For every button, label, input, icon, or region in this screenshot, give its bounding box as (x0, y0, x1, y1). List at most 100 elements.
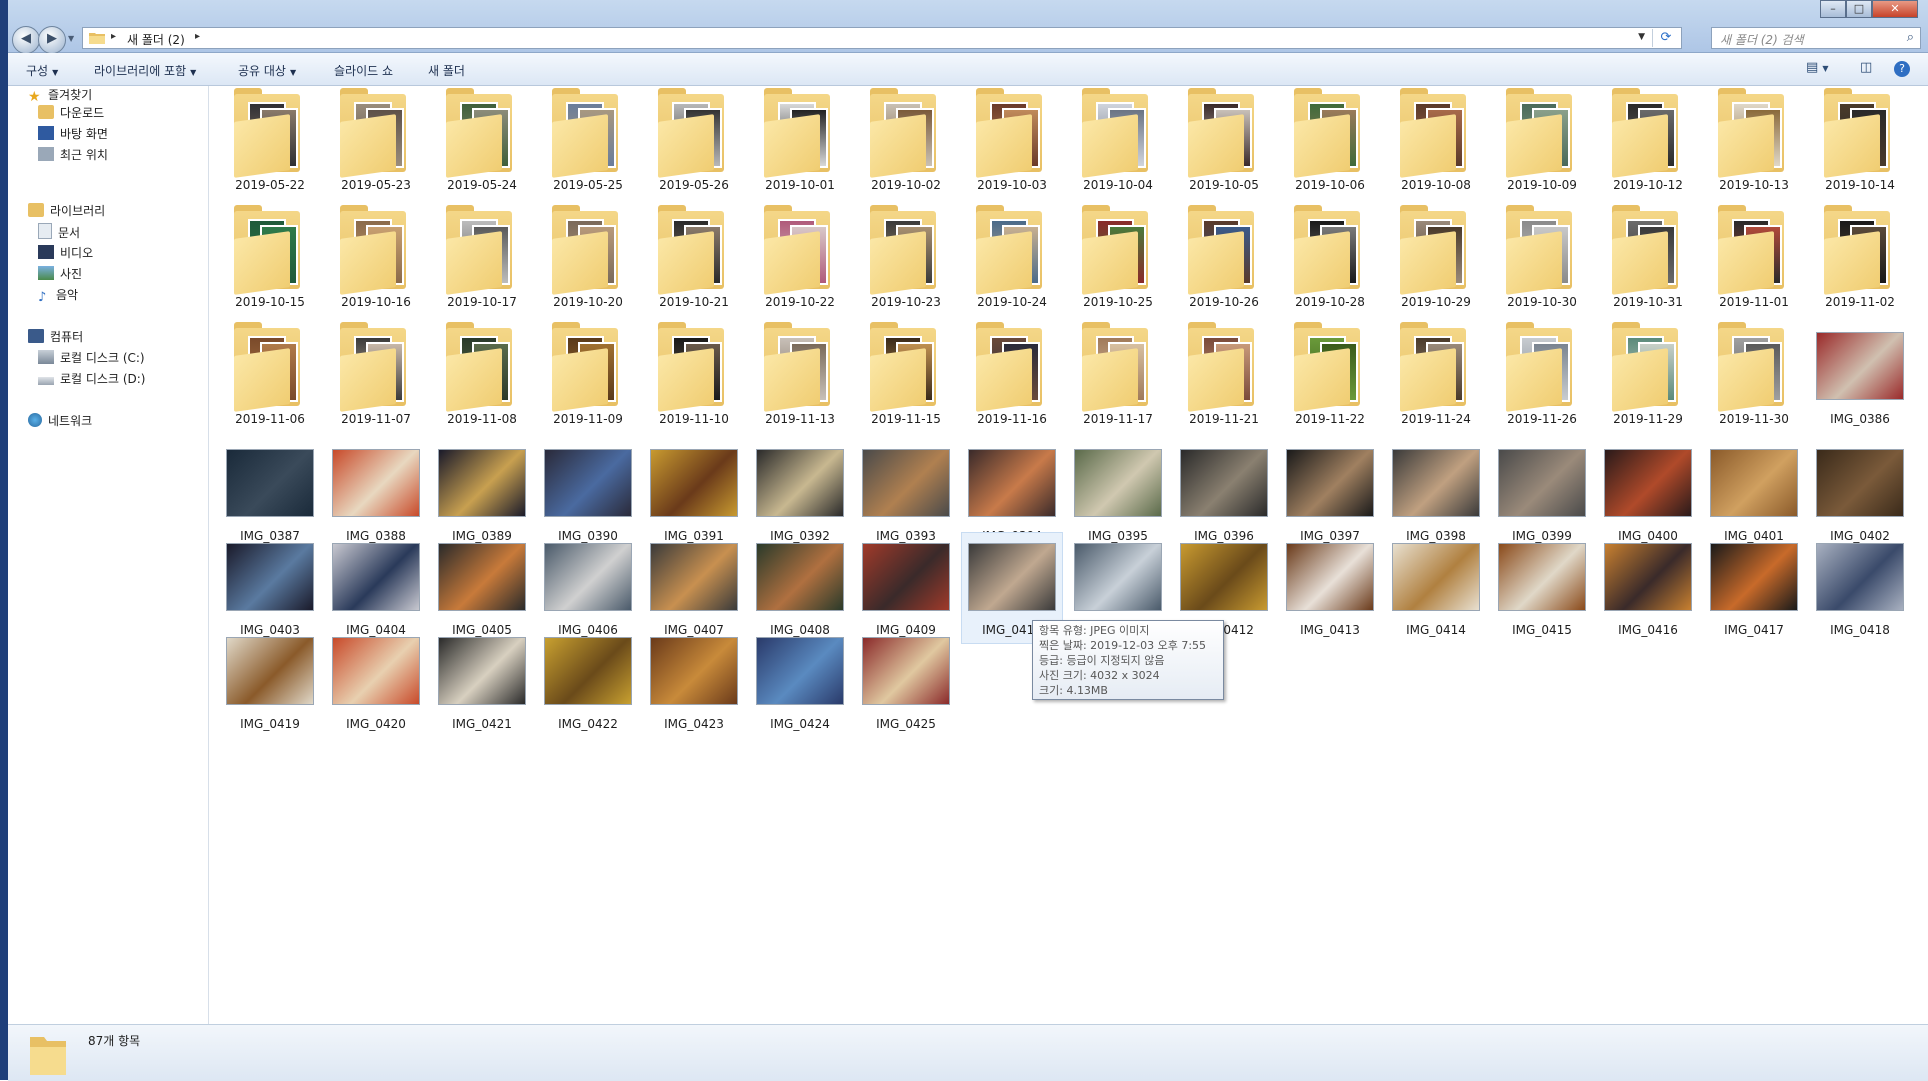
image-item[interactable]: IMG_0423 (644, 627, 744, 737)
folder-item[interactable]: 2019-10-01 (750, 88, 850, 198)
folder-item[interactable]: 2019-11-07 (326, 322, 426, 432)
folder-item[interactable]: 2019-10-08 (1386, 88, 1486, 198)
image-item[interactable]: IMG_0421 (432, 627, 532, 737)
back-button[interactable]: ◀ (12, 26, 40, 54)
folder-item[interactable]: 2019-11-24 (1386, 322, 1486, 432)
folder-item[interactable]: 2019-10-17 (432, 205, 532, 315)
folder-item[interactable]: 2019-10-06 (1280, 88, 1380, 198)
folder-item[interactable]: 2019-11-01 (1704, 205, 1804, 315)
folder-item[interactable]: 2019-11-15 (856, 322, 956, 432)
folder-item[interactable]: 2019-11-17 (1068, 322, 1168, 432)
image-item[interactable]: IMG_0425 (856, 627, 956, 737)
image-item[interactable]: IMG_0413 (1280, 533, 1380, 643)
folder-item[interactable]: 2019-10-20 (538, 205, 638, 315)
view-options-icon[interactable]: ▤ ▼ (1806, 60, 1829, 75)
folder-item[interactable]: 2019-11-10 (644, 322, 744, 432)
folder-item[interactable]: 2019-11-26 (1492, 322, 1592, 432)
sidebar-item-pictures[interactable]: 사진 (38, 265, 82, 283)
image-item[interactable]: IMG_0420 (326, 627, 426, 737)
sidebar-item-favorites[interactable]: ★ 즐겨찾기 (28, 86, 92, 105)
folder-item[interactable]: 2019-10-22 (750, 205, 850, 315)
breadcrumb-separator-icon[interactable]: ▸ (111, 31, 116, 42)
folder-item[interactable]: 2019-11-08 (432, 322, 532, 432)
forward-button[interactable]: ▶ (38, 26, 66, 54)
folder-item[interactable]: 2019-11-21 (1174, 322, 1274, 432)
sidebar-item-libraries[interactable]: 라이브러리 (28, 202, 105, 220)
sidebar-item-drive-d[interactable]: 로컬 디스크 (D:) (38, 370, 145, 388)
folder-item[interactable]: 2019-10-28 (1280, 205, 1380, 315)
folder-item[interactable]: 2019-10-15 (220, 205, 320, 315)
minimize-button[interactable]: – (1820, 0, 1846, 18)
breadcrumb-chevron-icon[interactable]: ▸ (195, 31, 200, 42)
folder-item[interactable]: 2019-10-16 (326, 205, 426, 315)
include-library-button[interactable]: 라이브러리에 포함 ▼ (94, 62, 196, 79)
recent-pages-dropdown[interactable]: ▼ (68, 34, 74, 43)
search-input[interactable]: 새 폴더 (2) 검색 (1720, 31, 1804, 48)
folder-item[interactable]: 2019-05-26 (644, 88, 744, 198)
folder-item[interactable]: 2019-05-23 (326, 88, 426, 198)
folder-item[interactable]: 2019-11-29 (1598, 322, 1698, 432)
folder-item[interactable]: 2019-10-14 (1810, 88, 1910, 198)
sidebar-item-downloads[interactable]: 다운로드 (38, 104, 104, 122)
slideshow-button[interactable]: 슬라이드 쇼 (334, 62, 393, 79)
sidebar-item-music[interactable]: ♪ 음악 (38, 286, 78, 305)
folder-item[interactable]: 2019-10-12 (1598, 88, 1698, 198)
image-item[interactable]: IMG_0424 (750, 627, 850, 737)
close-button[interactable]: ✕ (1872, 0, 1918, 18)
search-box[interactable]: 새 폴더 (2) 검색 ⌕ (1711, 27, 1921, 49)
folder-item[interactable]: 2019-10-31 (1598, 205, 1698, 315)
folder-item[interactable]: 2019-10-30 (1492, 205, 1592, 315)
image-item[interactable]: IMG_0418 (1810, 533, 1910, 643)
folder-item[interactable]: 2019-10-04 (1068, 88, 1168, 198)
sidebar-item-videos[interactable]: 비디오 (38, 244, 93, 262)
share-with-button[interactable]: 공유 대상 ▼ (238, 62, 296, 79)
folder-item[interactable]: 2019-10-05 (1174, 88, 1274, 198)
folder-item[interactable]: 2019-10-09 (1492, 88, 1592, 198)
folder-item[interactable]: 2019-11-02 (1810, 205, 1910, 315)
refresh-icon[interactable]: ⟳ (1652, 29, 1679, 47)
sidebar-item-documents[interactable]: 문서 (38, 223, 80, 241)
folder-item[interactable]: 2019-05-25 (538, 88, 638, 198)
folder-item[interactable]: 2019-11-09 (538, 322, 638, 432)
image-item[interactable]: IMG_0417 (1704, 533, 1804, 643)
folder-item[interactable]: 2019-11-30 (1704, 322, 1804, 432)
search-icon[interactable]: ⌕ (1907, 30, 1914, 45)
new-folder-button[interactable]: 새 폴더 (428, 62, 465, 79)
image-item[interactable]: IMG_0386 (1810, 322, 1910, 432)
image-item[interactable]: IMG_0416 (1598, 533, 1698, 643)
folder-item[interactable]: 2019-10-26 (1174, 205, 1274, 315)
folder-item[interactable]: 2019-11-22 (1280, 322, 1380, 432)
image-item[interactable]: IMG_0415 (1492, 533, 1592, 643)
sidebar-item-drive-c[interactable]: 로컬 디스크 (C:) (38, 349, 145, 367)
folder-item[interactable]: 2019-10-29 (1386, 205, 1486, 315)
file-list: 2019-05-22 2019-05-23 2019-05-24 2019-05-25… (220, 88, 1920, 1018)
folder-item[interactable]: 2019-10-24 (962, 205, 1062, 315)
folder-item[interactable]: 2019-10-03 (962, 88, 1062, 198)
folder-item[interactable]: 2019-05-22 (220, 88, 320, 198)
breadcrumb-current-folder[interactable]: 새 폴더 (2) (127, 31, 185, 48)
item-label: 2019-11-29 (1613, 412, 1683, 426)
image-item[interactable]: IMG_0414 (1386, 533, 1486, 643)
image-item[interactable]: IMG_0419 (220, 627, 320, 737)
folder-item[interactable]: 2019-10-02 (856, 88, 956, 198)
sidebar-item-computer[interactable]: 컴퓨터 (28, 328, 83, 346)
address-history-dropdown[interactable]: ▼ (1638, 32, 1645, 42)
folder-item[interactable]: 2019-11-13 (750, 322, 850, 432)
folder-item[interactable]: 2019-05-24 (432, 88, 532, 198)
folder-item[interactable]: 2019-10-13 (1704, 88, 1804, 198)
sidebar-item-recent-places[interactable]: 최근 위치 (38, 146, 108, 164)
help-icon[interactable]: ? (1894, 61, 1910, 77)
maximize-button[interactable]: □ (1846, 0, 1872, 18)
folder-item[interactable]: 2019-10-25 (1068, 205, 1168, 315)
image-thumbnail (1074, 533, 1162, 621)
image-item[interactable]: IMG_0422 (538, 627, 638, 737)
sidebar-item-network[interactable]: 네트워크 (28, 412, 92, 430)
organize-button[interactable]: 구성 ▼ (26, 62, 58, 79)
folder-item[interactable]: 2019-10-21 (644, 205, 744, 315)
address-bar[interactable]: ▸ 새 폴더 (2) ▸ ▼ ⟳ (82, 27, 1682, 49)
folder-item[interactable]: 2019-11-16 (962, 322, 1062, 432)
folder-item[interactable]: 2019-10-23 (856, 205, 956, 315)
preview-pane-icon[interactable]: ◫ (1860, 60, 1872, 75)
folder-item[interactable]: 2019-11-06 (220, 322, 320, 432)
sidebar-item-desktop[interactable]: 바탕 화면 (38, 125, 108, 143)
